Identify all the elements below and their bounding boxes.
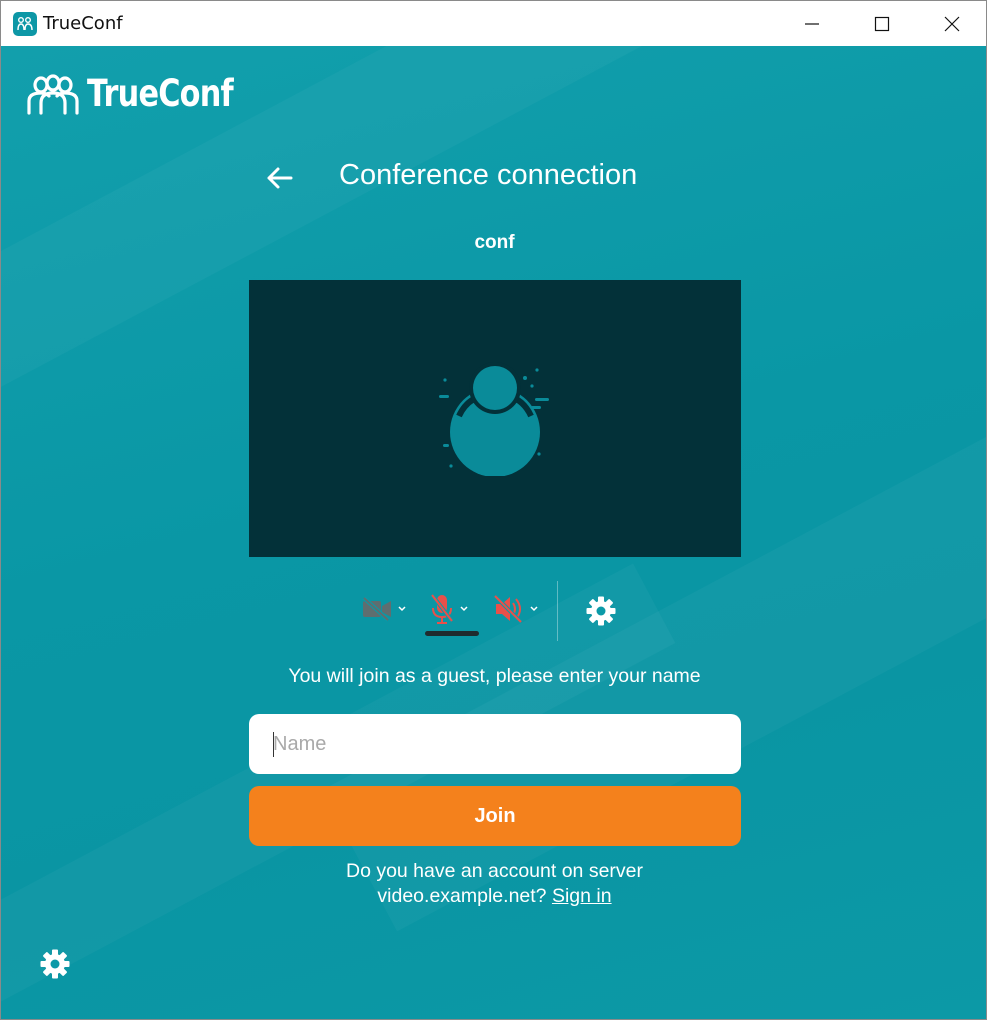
page-title: Conference connection [339, 159, 638, 191]
arrow-left-icon [267, 167, 293, 189]
minimize-button[interactable] [777, 1, 847, 47]
microphone-toggle[interactable] [429, 591, 469, 627]
device-settings-button[interactable] [585, 595, 617, 632]
main-content: TrueConf Conference connection conf You … [0, 46, 987, 1020]
mic-active-indicator [425, 631, 479, 636]
text-caret [273, 732, 274, 757]
mic-off-icon [430, 593, 454, 624]
close-icon [944, 16, 960, 32]
trueconf-app-icon [13, 12, 37, 36]
account-prompt: Do you have an account on server video.e… [1, 859, 986, 909]
maximize-icon [874, 16, 890, 32]
video-preview [249, 280, 741, 557]
app-settings-button[interactable] [39, 948, 71, 985]
camera-off-icon [362, 596, 391, 622]
media-controls [1, 581, 986, 641]
camera-chevron-down-icon[interactable] [397, 605, 407, 613]
close-button[interactable] [917, 1, 987, 47]
camera-toggle[interactable] [361, 591, 407, 627]
gear-icon [586, 596, 616, 626]
name-input[interactable] [249, 714, 741, 774]
logo-text: TrueConf [87, 71, 234, 115]
speaker-toggle[interactable] [493, 591, 539, 627]
join-button[interactable]: Join [249, 786, 741, 846]
trueconf-logo: TrueConf [25, 69, 265, 117]
server-address: video.example.net? [377, 885, 547, 907]
mic-chevron-down-icon[interactable] [459, 605, 469, 613]
speaker-off-icon [493, 594, 523, 624]
window-title: TrueConf [43, 13, 123, 34]
guest-prompt: You will join as a guest, please enter y… [288, 665, 701, 687]
speaker-chevron-down-icon[interactable] [529, 605, 539, 613]
account-prompt-line2: video.example.net? Sign in [1, 884, 986, 909]
gear-icon [40, 949, 70, 979]
maximize-button[interactable] [847, 1, 917, 47]
window-title-bar: TrueConf [0, 0, 987, 46]
account-prompt-line1: Do you have an account on server [345, 860, 643, 882]
controls-divider [557, 581, 558, 641]
sign-in-link[interactable]: Sign in [552, 885, 612, 907]
back-button[interactable] [261, 160, 297, 196]
conference-name: conf [474, 232, 515, 253]
trueconf-people-logo-icon [27, 74, 79, 115]
user-avatar-icon [439, 362, 549, 476]
minimize-icon [805, 23, 819, 25]
